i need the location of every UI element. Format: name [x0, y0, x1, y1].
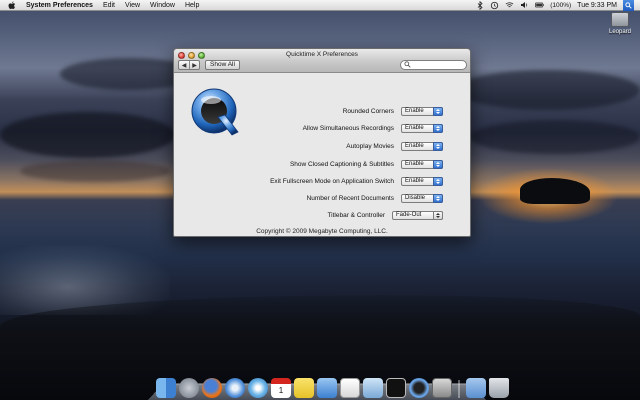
recent-documents-popup[interactable]: Disable [401, 193, 443, 203]
search-icon [404, 60, 411, 70]
quicktime-logo-icon [190, 85, 240, 141]
applications-folder-icon[interactable] [466, 378, 486, 398]
dock: ♪ 1 [156, 370, 509, 398]
spotlight-icon[interactable] [623, 0, 634, 11]
setting-row-exit-fullscreen: Exit Fullscreen Mode on Application Swit… [254, 176, 466, 186]
setting-label: Autoplay Movies [346, 142, 394, 150]
window-title: Quicktime X Preferences [286, 51, 358, 58]
hard-drive-icon[interactable] [611, 12, 629, 27]
popup-arrows-icon [433, 193, 443, 203]
system-preferences-icon[interactable] [179, 378, 199, 398]
forward-arrow-icon[interactable]: ▶ [189, 61, 199, 69]
setting-label: Allow Simultaneous Recordings [302, 124, 394, 132]
apple-menu-icon[interactable] [7, 0, 17, 10]
menu-bar: System Preferences Edit View Window Help… [0, 0, 640, 11]
setting-label: Rounded Corners [342, 107, 394, 115]
closed-captioning-popup[interactable]: Enable [401, 159, 443, 169]
setting-label: Exit Fullscreen Mode on Application Swit… [270, 177, 394, 185]
itunes-icon[interactable]: ♪ [248, 378, 268, 398]
copyright-text: Copyright © 2009 Megabyte Computing, LLC… [256, 228, 388, 235]
preview-icon[interactable] [363, 378, 383, 398]
time-machine-icon[interactable] [490, 1, 499, 10]
popup-value: Enable [405, 161, 424, 167]
menu-app-name[interactable]: System Preferences [23, 0, 98, 11]
back-arrow-icon[interactable]: ◀ [179, 61, 189, 69]
setting-label: Titlebar & Controller [327, 211, 385, 219]
desktop-drive[interactable]: Leopard [603, 11, 637, 41]
search-input[interactable] [413, 61, 465, 69]
textedit-icon[interactable] [340, 378, 360, 398]
setting-label: Show Closed Captioning & Subtitles [289, 160, 394, 168]
rounded-corners-popup[interactable]: Enable [401, 106, 443, 116]
dock-separator [458, 380, 460, 398]
cloud [20, 160, 170, 182]
calculator-icon[interactable] [432, 378, 452, 398]
setting-row-closed-captioning: Show Closed Captioning & Subtitles Enabl… [254, 159, 466, 169]
back-forward-control: ◀ ▶ [178, 60, 200, 70]
finder-icon[interactable] [156, 378, 176, 398]
tree-silhouette [520, 178, 590, 204]
popup-arrows-icon [433, 210, 443, 220]
autoplay-movies-popup[interactable]: Enable [401, 141, 443, 151]
simultaneous-recordings-popup[interactable]: Enable [401, 123, 443, 133]
popup-value: Enable [405, 125, 424, 131]
setting-row-autoplay-movies: Autoplay Movies Enable [254, 141, 466, 151]
bluetooth-icon[interactable] [475, 0, 484, 10]
titlebar-controller-popup[interactable]: Fade-Out [392, 210, 443, 220]
safari-icon[interactable] [225, 378, 245, 398]
trash-icon[interactable] [489, 378, 509, 398]
preferences-window: Quicktime X Preferences ◀ ▶ Show All Rou… [173, 48, 471, 237]
popup-arrows-icon [433, 176, 443, 186]
setting-row-rounded-corners: Rounded Corners Enable [254, 106, 466, 116]
popup-value: Enable [405, 178, 424, 184]
window-titlebar[interactable]: Quicktime X Preferences ◀ ▶ Show All [174, 49, 470, 73]
volume-icon[interactable] [520, 1, 529, 10]
menu-window[interactable]: Window [145, 0, 180, 11]
battery-percent: (100%) [550, 1, 572, 9]
search-field[interactable] [400, 60, 467, 70]
terminal-icon[interactable] [386, 378, 406, 398]
popup-arrows-icon [433, 159, 443, 169]
drive-label: Leopard [608, 29, 632, 35]
battery-icon[interactable] [535, 1, 544, 10]
menu-clock[interactable]: Tue 9:33 PM [577, 2, 617, 9]
cloud [0, 112, 175, 158]
cloud [470, 120, 640, 154]
menu-view[interactable]: View [120, 0, 145, 11]
mail-icon[interactable] [317, 378, 337, 398]
popup-arrows-icon [433, 123, 443, 133]
ical-icon[interactable]: 1 [271, 378, 291, 398]
setting-row-recent-documents: Number of Recent Documents Disable [254, 193, 466, 203]
popup-value: Fade-Out [396, 212, 422, 218]
popup-value: Disable [405, 195, 426, 201]
cloud [455, 70, 640, 110]
menu-help[interactable]: Help [180, 0, 204, 11]
setting-row-titlebar-controller: Titlebar & Controller Fade-Out [254, 210, 466, 220]
firefox-icon[interactable] [202, 378, 222, 398]
window-content: Rounded Corners Enable Allow Simultaneou… [174, 73, 470, 236]
status-area: (100%) Tue 9:33 PM [475, 0, 640, 11]
exit-fullscreen-popup[interactable]: Enable [401, 176, 443, 186]
popup-arrows-icon [433, 141, 443, 151]
setting-row-simultaneous-recordings: Allow Simultaneous Recordings Enable [254, 123, 466, 133]
setting-label: Number of Recent Documents [306, 194, 394, 202]
stickies-icon[interactable] [294, 378, 314, 398]
popup-arrows-icon [433, 106, 443, 116]
menu-edit[interactable]: Edit [98, 0, 120, 11]
popup-value: Enable [405, 108, 424, 114]
popup-value: Enable [405, 143, 424, 149]
show-all-button[interactable]: Show All [205, 60, 240, 70]
wifi-icon[interactable] [505, 1, 514, 10]
quicktime-icon[interactable] [409, 378, 429, 398]
